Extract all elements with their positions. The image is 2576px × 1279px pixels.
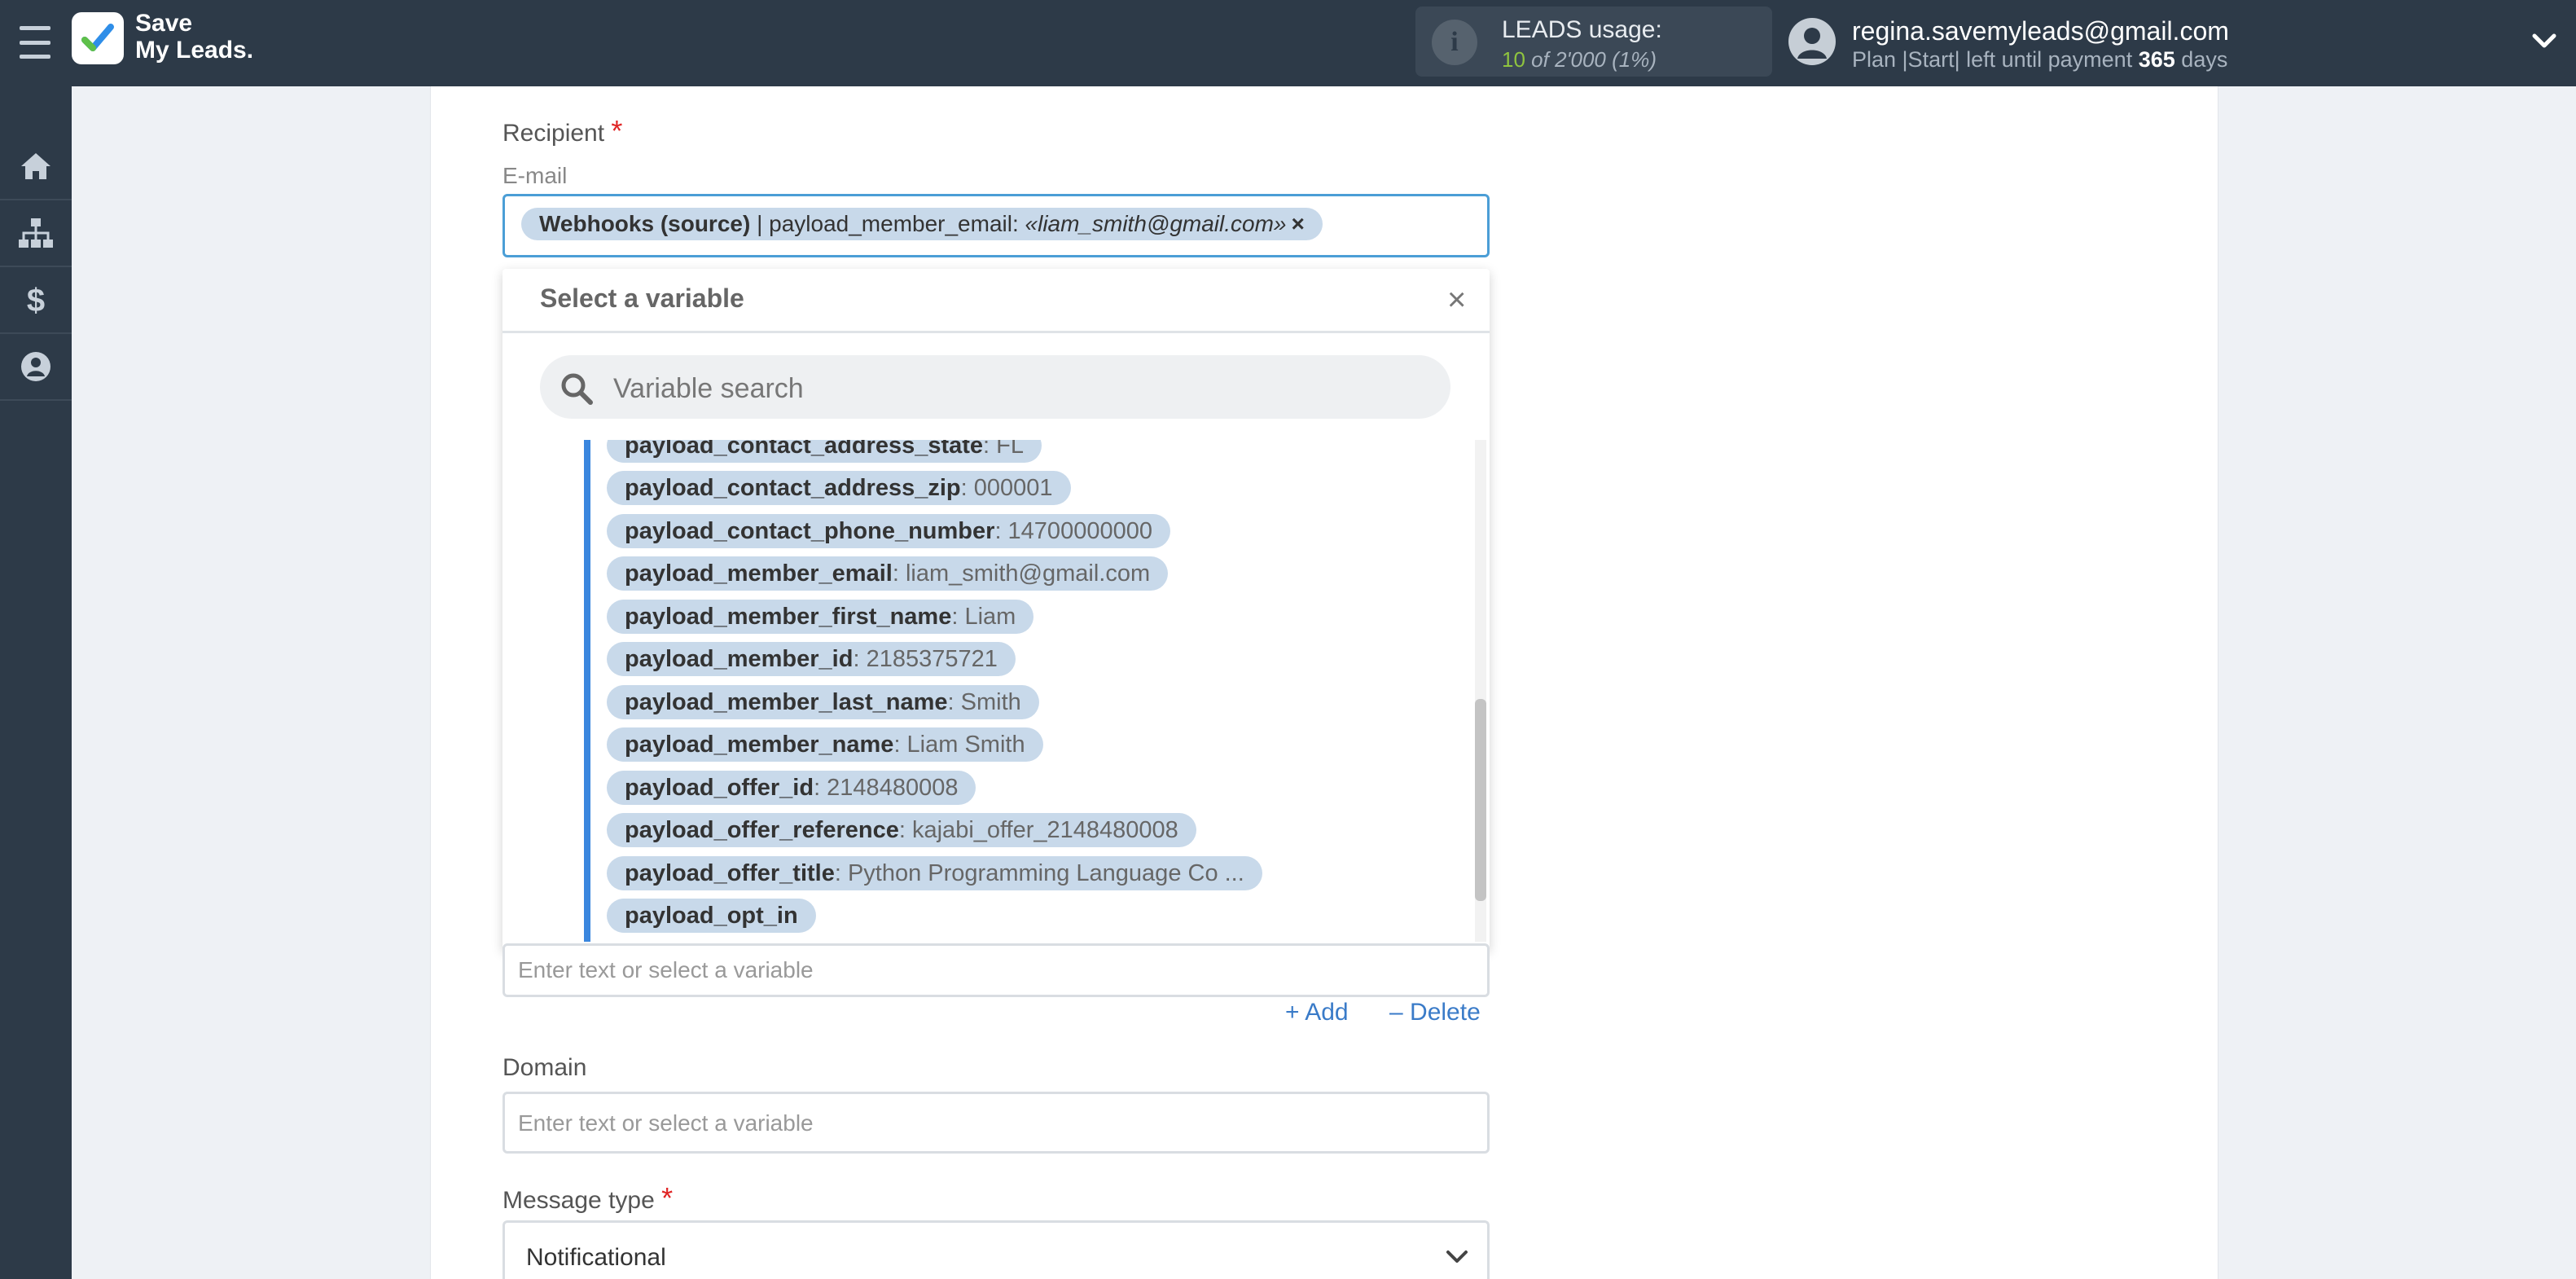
recipient-label-text: Recipient [502, 120, 605, 147]
scrollbar-thumb[interactable] [1475, 699, 1486, 901]
home-icon [21, 153, 50, 179]
add-label: Add [1305, 999, 1349, 1026]
variable-item[interactable]: payload_offer_title: Python Programming … [607, 856, 1262, 890]
variable-item[interactable]: payload_offer_id: 2148480008 [607, 771, 976, 805]
close-icon[interactable]: × [1447, 282, 1466, 319]
picker-divider [502, 331, 1490, 333]
plus-icon: + [1285, 999, 1300, 1026]
message-type-label-text: Message type [502, 1187, 655, 1214]
sidebar-item-account[interactable] [0, 334, 72, 401]
variable-item[interactable]: payload_member_email: liam_smith@gmail.c… [607, 556, 1169, 591]
domain-placeholder: Enter text or select a variable [518, 1110, 814, 1136]
variable-item[interactable]: payload_contact_phone_number: 1470000000… [607, 514, 1170, 548]
message-type-value: Notificational [526, 1244, 666, 1271]
plan-days: 365 [2138, 47, 2175, 72]
sidebar: $ [0, 86, 72, 1279]
delete-button[interactable]: – Delete [1389, 999, 1481, 1026]
avatar-icon [1788, 18, 1836, 65]
variable-picker: Select a variable × Variable search payl… [502, 269, 1490, 950]
hamburger-menu-icon[interactable] [20, 26, 50, 59]
svg-text:$: $ [27, 283, 45, 318]
logo-text[interactable]: Save My Leads. [135, 10, 253, 64]
usage-label: LEADS usage: [1502, 16, 1662, 43]
variable-item[interactable]: payload_opt_in [607, 899, 816, 933]
domain-label: Domain [502, 1054, 587, 1081]
sidebar-item-billing[interactable]: $ [0, 267, 72, 334]
plan-suffix: days [2181, 47, 2228, 72]
variable-item[interactable]: payload_member_first_name: Liam [607, 600, 1034, 634]
chip-source: Webhooks (source) [539, 211, 751, 236]
variable-item[interactable]: payload_contact_address_zip: 000001 [607, 471, 1071, 505]
recipient-label: Recipient * [502, 114, 622, 148]
usage-count: 10 of 2'000 (1%) [1502, 47, 1657, 73]
add-button[interactable]: + Add [1285, 999, 1349, 1026]
email-sublabel: E-mail [502, 163, 568, 188]
list-accent-bar [584, 440, 590, 942]
usage-of: of 2'000 [1531, 47, 1606, 72]
usage-used: 10 [1502, 47, 1525, 72]
chip-value: «liam_smith@gmail.com» [1025, 211, 1287, 236]
picker-title: Select a variable [540, 283, 744, 313]
variable-item[interactable]: payload_contact_address_state: FL [607, 440, 1042, 463]
logo-icon[interactable] [72, 12, 124, 64]
variable-item[interactable]: payload_offer_reference: kajabi_offer_21… [607, 813, 1196, 847]
leads-usage-panel: i LEADS usage: 10 of 2'000 (1%) [1415, 7, 1772, 77]
variable-list: payload_contact_address_state: FL payloa… [502, 440, 1490, 950]
logo-line-1: Save [135, 10, 193, 37]
plan-info: Plan |Start| left until payment 365 days [1852, 47, 2227, 73]
top-bar: Save My Leads. i LEADS usage: 10 of 2'00… [0, 0, 2576, 86]
text-field[interactable]: Enter text or select a variable [502, 943, 1490, 997]
chip-remove-icon[interactable]: × [1292, 211, 1305, 236]
search-icon [561, 373, 593, 405]
delete-label: Delete [1410, 999, 1481, 1026]
sidebar-item-connections[interactable] [0, 200, 72, 267]
required-mark: * [611, 114, 623, 147]
user-email: regina.savemyleads@gmail.com [1852, 16, 2229, 46]
info-icon[interactable]: i [1432, 20, 1477, 65]
variable-item[interactable]: payload_member_id: 2185375721 [607, 642, 1016, 676]
user-icon [21, 352, 50, 381]
required-mark: * [661, 1181, 674, 1215]
variable-item[interactable]: payload_member_last_name: Smith [607, 685, 1039, 719]
message-type-label: Message type * [502, 1181, 673, 1215]
sitemap-icon [19, 218, 53, 248]
chip-separator: | payload_member_email: [750, 211, 1025, 236]
text-field-placeholder: Enter text or select a variable [518, 957, 814, 982]
sidebar-item-home[interactable] [0, 134, 72, 200]
dollar-icon: $ [27, 283, 45, 318]
message-type-select[interactable]: Notificational [502, 1220, 1490, 1279]
variable-search-input[interactable]: Variable search [540, 355, 1450, 419]
email-variable-chip[interactable]: Webhooks (source) | payload_member_email… [521, 208, 1323, 240]
logo-line-2: My Leads. [135, 37, 254, 64]
minus-icon: – [1389, 999, 1403, 1026]
variable-item[interactable]: payload_member_name: Liam Smith [607, 727, 1043, 762]
chevron-down-icon [1446, 1250, 1468, 1263]
search-placeholder: Variable search [613, 373, 804, 404]
domain-field[interactable]: Enter text or select a variable [502, 1092, 1490, 1154]
plan-prefix: Plan |Start| left until payment [1852, 47, 2133, 72]
usage-percent: (1%) [1612, 47, 1657, 72]
chevron-down-icon[interactable] [2531, 31, 2557, 55]
email-field[interactable]: Webhooks (source) | payload_member_email… [502, 194, 1490, 257]
